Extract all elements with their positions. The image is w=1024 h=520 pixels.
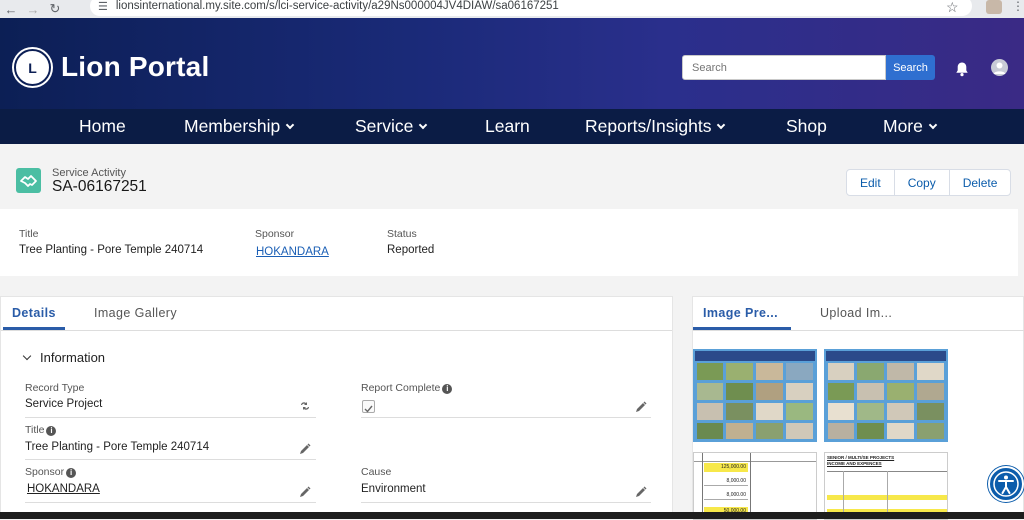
edit-pencil-icon[interactable] — [299, 486, 311, 498]
search-input[interactable] — [682, 55, 886, 80]
edit-pencil-icon[interactable] — [635, 401, 647, 413]
active-tab-indicator — [3, 327, 65, 330]
hl-sponsor-link[interactable]: HOKANDARA — [256, 246, 329, 258]
tab-details[interactable]: Details — [12, 306, 56, 320]
hl-title-value: Tree Planting - Pore Temple 240714 — [19, 244, 204, 256]
image-preview-card: Image Pre... Upload Im... 125,000.00 8,0… — [692, 296, 1024, 520]
amount-cell: 8,000.00 — [704, 491, 748, 500]
lions-logo-icon[interactable]: L — [14, 49, 51, 86]
tab-upload-image[interactable]: Upload Im... — [820, 306, 892, 320]
field-divider — [25, 417, 316, 418]
sponsor-label: Sponsor — [25, 466, 65, 478]
bell-icon[interactable] — [954, 61, 970, 77]
change-record-type-icon[interactable] — [299, 400, 311, 412]
nav-shop[interactable]: Shop — [786, 116, 827, 137]
expense-doc-thumbnail[interactable]: SENIOR / MULTI/SE PROJECTS INCOME AND EX… — [824, 452, 948, 520]
field-divider — [361, 502, 651, 503]
title-label: Title — [25, 424, 45, 436]
accessibility-button[interactable] — [988, 466, 1024, 502]
tab-image-preview[interactable]: Image Pre... — [703, 306, 778, 320]
nav-reports-insights[interactable]: Reports/Insights — [585, 116, 726, 137]
nav-home[interactable]: Home — [79, 116, 126, 137]
nav-learn-label: Learn — [485, 116, 530, 136]
browser-toolbar: ← → ↻ ☰ lionsinternational.my.site.com/s… — [0, 0, 1024, 18]
details-card: Details Image Gallery Information Record… — [0, 296, 673, 519]
main-nav: Home Membership Service Learn Reports/In… — [0, 109, 1024, 144]
doc-heading: SENIOR / MULTI/SE PROJECTS — [827, 455, 895, 460]
doc-heading: INCOME AND EXPENCES — [827, 461, 882, 466]
site-info-icon[interactable]: ☰ — [98, 0, 108, 13]
hl-status-label: Status — [387, 228, 417, 240]
nav-home-label: Home — [79, 116, 126, 136]
nav-membership-label: Membership — [184, 116, 281, 136]
brand-title[interactable]: Lion Portal — [61, 51, 209, 83]
handshake-icon — [16, 168, 41, 193]
record-name: SA-06167251 — [52, 178, 147, 195]
active-tab-indicator — [693, 327, 791, 330]
details-tabs: Details Image Gallery — [1, 297, 672, 331]
section-title: Information — [40, 350, 106, 365]
reload-icon[interactable]: ↻ — [44, 1, 66, 17]
photo-collage-thumbnail[interactable] — [693, 349, 817, 442]
url-text: lionsinternational.my.site.com/s/lci-ser… — [115, 0, 559, 12]
delete-button[interactable]: Delete — [950, 170, 1011, 195]
highlights-panel: Title Tree Planting - Pore Temple 240714… — [0, 209, 1018, 276]
title-value: Tree Planting - Pore Temple 240714 — [25, 441, 210, 453]
copy-button[interactable]: Copy — [895, 170, 950, 195]
report-complete-label: Report Complete — [361, 382, 441, 394]
section-information[interactable]: Information — [22, 350, 106, 365]
portal-header: L Lion Portal Search — [0, 18, 1024, 109]
field-label: Record Type — [25, 382, 85, 394]
chevron-down-icon — [928, 120, 938, 130]
chevron-down-icon — [286, 120, 295, 130]
os-taskbar — [0, 512, 1024, 519]
nav-service[interactable]: Service — [355, 116, 428, 137]
info-icon[interactable]: i — [46, 426, 57, 436]
nav-membership[interactable]: Membership — [184, 116, 295, 137]
field-divider — [25, 502, 316, 503]
info-icon[interactable]: i — [66, 468, 77, 478]
browser-menu-icon[interactable]: ⋮ — [1012, 0, 1024, 13]
chevron-down-icon — [419, 120, 428, 130]
chevron-down-icon — [717, 120, 726, 130]
bookmark-star-icon[interactable]: ☆ — [946, 0, 959, 16]
field-label: Report Complete i — [361, 382, 453, 394]
edit-pencil-icon[interactable] — [635, 486, 647, 498]
nav-more-label: More — [883, 116, 923, 136]
amount-cell: 8,000.00 — [704, 477, 748, 486]
field-divider — [361, 417, 651, 418]
user-avatar-icon[interactable] — [991, 59, 1008, 76]
search-button[interactable]: Search — [886, 55, 935, 80]
back-icon[interactable]: ← — [0, 2, 22, 17]
browser-profile-avatar[interactable] — [986, 0, 1002, 14]
hl-sponsor-label: Sponsor — [255, 228, 295, 240]
amount-cell: 125,000.00 — [704, 463, 748, 472]
chevron-down-icon — [22, 351, 32, 361]
nav-learn[interactable]: Learn — [485, 116, 530, 137]
photo-collage-thumbnail[interactable] — [824, 349, 948, 442]
nav-shop-label: Shop — [786, 116, 827, 136]
record-type-value: Service Project — [25, 398, 103, 410]
edit-pencil-icon[interactable] — [299, 443, 311, 455]
edit-button[interactable]: Edit — [847, 170, 895, 195]
hl-title-label: Title — [19, 228, 39, 240]
expense-doc-thumbnail[interactable]: 125,000.00 8,000.00 8,000.00 50,000.00 — [693, 452, 817, 520]
nav-reports-label: Reports/Insights — [585, 116, 712, 136]
image-tabs: Image Pre... Upload Im... — [693, 297, 1024, 331]
field-divider — [25, 459, 316, 460]
record-actions: Edit Copy Delete — [846, 169, 1012, 196]
forward-icon[interactable]: → — [22, 2, 44, 17]
info-icon[interactable]: i — [442, 384, 453, 394]
address-bar[interactable]: ☰ lionsinternational.my.site.com/s/lci-s… — [90, 0, 972, 16]
field-label: Title i — [25, 424, 57, 436]
sponsor-link[interactable]: HOKANDARA — [27, 483, 100, 495]
nav-more[interactable]: More — [883, 116, 938, 137]
report-complete-checkbox[interactable] — [362, 400, 375, 413]
nav-service-label: Service — [355, 116, 414, 136]
cause-label: Cause — [361, 466, 392, 478]
cause-value: Environment — [361, 483, 426, 495]
field-label: Sponsor i — [25, 466, 77, 478]
hl-status-value: Reported — [387, 244, 435, 256]
tab-image-gallery[interactable]: Image Gallery — [94, 306, 177, 320]
